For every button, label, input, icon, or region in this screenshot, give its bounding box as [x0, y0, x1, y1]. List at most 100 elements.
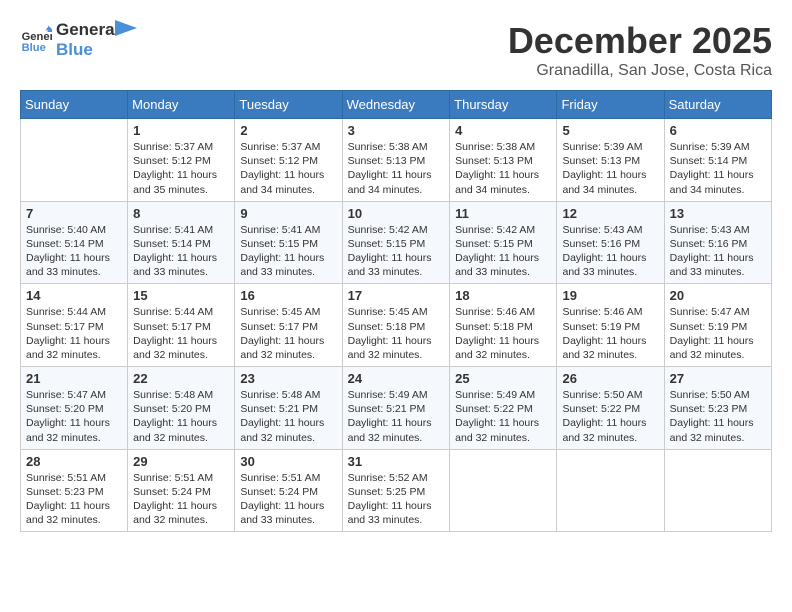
calendar-cell: 17 Sunrise: 5:45 AM Sunset: 5:18 PM Dayli…	[342, 284, 450, 367]
title-block: December 2025 Granadilla, San Jose, Cost…	[508, 20, 772, 80]
weekday-header-saturday: Saturday	[664, 91, 771, 119]
day-info: Sunrise: 5:37 AM Sunset: 5:12 PM Dayligh…	[240, 140, 336, 197]
day-number: 12	[562, 206, 658, 221]
day-number: 30	[240, 454, 336, 469]
day-info: Sunrise: 5:44 AM Sunset: 5:17 PM Dayligh…	[26, 305, 122, 362]
day-info: Sunrise: 5:50 AM Sunset: 5:22 PM Dayligh…	[562, 388, 658, 445]
day-info: Sunrise: 5:47 AM Sunset: 5:19 PM Dayligh…	[670, 305, 766, 362]
day-number: 3	[348, 123, 445, 138]
weekday-header-tuesday: Tuesday	[235, 91, 342, 119]
calendar-cell	[450, 449, 557, 532]
day-number: 13	[670, 206, 766, 221]
calendar-cell: 8 Sunrise: 5:41 AM Sunset: 5:14 PM Daylig…	[128, 201, 235, 284]
calendar-week-row: 21 Sunrise: 5:47 AM Sunset: 5:20 PM Dayli…	[21, 367, 772, 450]
day-info: Sunrise: 5:51 AM Sunset: 5:23 PM Dayligh…	[26, 471, 122, 528]
day-number: 29	[133, 454, 229, 469]
weekday-header-wednesday: Wednesday	[342, 91, 450, 119]
day-info: Sunrise: 5:46 AM Sunset: 5:18 PM Dayligh…	[455, 305, 551, 362]
calendar-week-row: 28Sunrise: 5:51 AM Sunset: 5:23 PM Dayli…	[21, 449, 772, 532]
calendar-cell: 12Sunrise: 5:43 AM Sunset: 5:16 PM Dayli…	[557, 201, 664, 284]
calendar-cell: 31 Sunrise: 5:52 AM Sunset: 5:25 PM Dayli…	[342, 449, 450, 532]
day-number: 7	[26, 206, 122, 221]
day-info: Sunrise: 5:41 AM Sunset: 5:14 PM Dayligh…	[133, 223, 229, 280]
day-info: Sunrise: 5:41 AM Sunset: 5:15 PM Dayligh…	[240, 223, 336, 280]
day-number: 26	[562, 371, 658, 386]
logo: General Blue General Blue	[20, 20, 137, 61]
day-number: 18	[455, 288, 551, 303]
calendar-cell: 11 Sunrise: 5:42 AM Sunset: 5:15 PM Dayli…	[450, 201, 557, 284]
day-number: 14	[26, 288, 122, 303]
day-number: 16	[240, 288, 336, 303]
day-info: Sunrise: 5:46 AM Sunset: 5:19 PM Dayligh…	[562, 305, 658, 362]
day-info: Sunrise: 5:45 AM Sunset: 5:18 PM Dayligh…	[348, 305, 445, 362]
calendar-cell: 26 Sunrise: 5:50 AM Sunset: 5:22 PM Dayli…	[557, 367, 664, 450]
day-number: 11	[455, 206, 551, 221]
day-number: 31	[348, 454, 445, 469]
day-info: Sunrise: 5:42 AM Sunset: 5:15 PM Dayligh…	[348, 223, 445, 280]
calendar-week-row: 14 Sunrise: 5:44 AM Sunset: 5:17 PM Dayli…	[21, 284, 772, 367]
calendar-cell: 15 Sunrise: 5:44 AM Sunset: 5:17 PM Dayli…	[128, 284, 235, 367]
day-info: Sunrise: 5:47 AM Sunset: 5:20 PM Dayligh…	[26, 388, 122, 445]
day-number: 17	[348, 288, 445, 303]
day-number: 15	[133, 288, 229, 303]
day-number: 5	[562, 123, 658, 138]
day-info: Sunrise: 5:39 AM Sunset: 5:14 PM Dayligh…	[670, 140, 766, 197]
day-info: Sunrise: 5:51 AM Sunset: 5:24 PM Dayligh…	[133, 471, 229, 528]
calendar-cell: 28Sunrise: 5:51 AM Sunset: 5:23 PM Dayli…	[21, 449, 128, 532]
day-info: Sunrise: 5:43 AM Sunset: 5:16 PM Dayligh…	[670, 223, 766, 280]
calendar-cell: 3 Sunrise: 5:38 AM Sunset: 5:13 PM Daylig…	[342, 119, 450, 202]
weekday-header-sunday: Sunday	[21, 91, 128, 119]
day-info: Sunrise: 5:50 AM Sunset: 5:23 PM Dayligh…	[670, 388, 766, 445]
calendar-cell: 5Sunrise: 5:39 AM Sunset: 5:13 PM Daylig…	[557, 119, 664, 202]
weekday-header-friday: Friday	[557, 91, 664, 119]
calendar-cell: 14 Sunrise: 5:44 AM Sunset: 5:17 PM Dayli…	[21, 284, 128, 367]
logo-general: General	[56, 20, 119, 40]
calendar-cell: 22Sunrise: 5:48 AM Sunset: 5:20 PM Dayli…	[128, 367, 235, 450]
page-header: General Blue General Blue December 2025 …	[20, 20, 772, 80]
day-number: 24	[348, 371, 445, 386]
day-number: 22	[133, 371, 229, 386]
day-number: 21	[26, 371, 122, 386]
day-info: Sunrise: 5:44 AM Sunset: 5:17 PM Dayligh…	[133, 305, 229, 362]
calendar-cell: 16 Sunrise: 5:45 AM Sunset: 5:17 PM Dayli…	[235, 284, 342, 367]
calendar-week-row: 1Sunrise: 5:37 AM Sunset: 5:12 PM Daylig…	[21, 119, 772, 202]
day-number: 2	[240, 123, 336, 138]
calendar-cell	[664, 449, 771, 532]
day-number: 27	[670, 371, 766, 386]
day-number: 4	[455, 123, 551, 138]
svg-text:General: General	[22, 31, 52, 43]
calendar-cell: 1Sunrise: 5:37 AM Sunset: 5:12 PM Daylig…	[128, 119, 235, 202]
calendar-cell: 30 Sunrise: 5:51 AM Sunset: 5:24 PM Dayli…	[235, 449, 342, 532]
day-info: Sunrise: 5:52 AM Sunset: 5:25 PM Dayligh…	[348, 471, 445, 528]
calendar-cell: 7Sunrise: 5:40 AM Sunset: 5:14 PM Daylig…	[21, 201, 128, 284]
weekday-header-row: SundayMondayTuesdayWednesdayThursdayFrid…	[21, 91, 772, 119]
calendar-cell	[557, 449, 664, 532]
svg-text:Blue: Blue	[22, 43, 46, 55]
day-number: 23	[240, 371, 336, 386]
location-subtitle: Granadilla, San Jose, Costa Rica	[508, 62, 772, 80]
day-number: 8	[133, 206, 229, 221]
day-number: 20	[670, 288, 766, 303]
day-info: Sunrise: 5:49 AM Sunset: 5:21 PM Dayligh…	[348, 388, 445, 445]
calendar-cell: 18 Sunrise: 5:46 AM Sunset: 5:18 PM Dayli…	[450, 284, 557, 367]
calendar-cell: 19Sunrise: 5:46 AM Sunset: 5:19 PM Dayli…	[557, 284, 664, 367]
day-info: Sunrise: 5:42 AM Sunset: 5:15 PM Dayligh…	[455, 223, 551, 280]
day-number: 6	[670, 123, 766, 138]
logo-blue: Blue	[56, 40, 119, 60]
day-info: Sunrise: 5:48 AM Sunset: 5:21 PM Dayligh…	[240, 388, 336, 445]
calendar-cell: 20 Sunrise: 5:47 AM Sunset: 5:19 PM Dayli…	[664, 284, 771, 367]
day-info: Sunrise: 5:49 AM Sunset: 5:22 PM Dayligh…	[455, 388, 551, 445]
day-number: 25	[455, 371, 551, 386]
day-info: Sunrise: 5:51 AM Sunset: 5:24 PM Dayligh…	[240, 471, 336, 528]
calendar-cell: 23 Sunrise: 5:48 AM Sunset: 5:21 PM Dayli…	[235, 367, 342, 450]
calendar-cell: 2 Sunrise: 5:37 AM Sunset: 5:12 PM Daylig…	[235, 119, 342, 202]
day-number: 10	[348, 206, 445, 221]
calendar-cell: 24 Sunrise: 5:49 AM Sunset: 5:21 PM Dayli…	[342, 367, 450, 450]
calendar-cell: 9Sunrise: 5:41 AM Sunset: 5:15 PM Daylig…	[235, 201, 342, 284]
calendar-cell: 29 Sunrise: 5:51 AM Sunset: 5:24 PM Dayli…	[128, 449, 235, 532]
day-info: Sunrise: 5:45 AM Sunset: 5:17 PM Dayligh…	[240, 305, 336, 362]
logo-icon: General Blue	[20, 24, 52, 56]
day-info: Sunrise: 5:38 AM Sunset: 5:13 PM Dayligh…	[348, 140, 445, 197]
calendar-cell: 13 Sunrise: 5:43 AM Sunset: 5:16 PM Dayli…	[664, 201, 771, 284]
calendar-cell	[21, 119, 128, 202]
